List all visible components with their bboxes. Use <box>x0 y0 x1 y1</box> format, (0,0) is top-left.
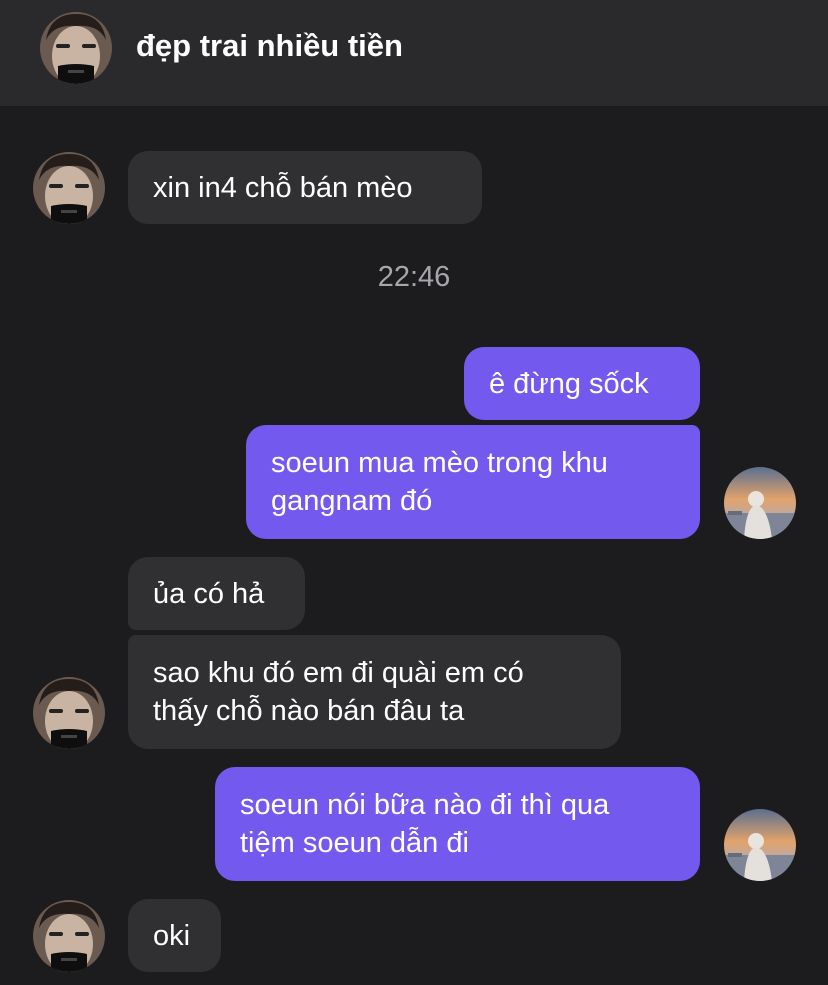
message-bubble-outgoing[interactable]: soeun mua mèo trong khu gangnam đó <box>246 425 700 539</box>
message-text: gangnam đó <box>271 485 433 517</box>
contact-name[interactable]: đẹp trai nhiều tiền <box>136 26 403 66</box>
message-text: sao khu đó em đi quài em có <box>153 657 524 689</box>
contact-avatar-icon[interactable] <box>40 12 112 84</box>
contact-avatar-icon[interactable] <box>33 900 105 972</box>
message-bubble-incoming[interactable]: xin in4 chỗ bán mèo <box>128 151 482 224</box>
message-bubble-incoming[interactable]: oki <box>128 899 221 972</box>
contact-avatar-icon[interactable] <box>33 152 105 224</box>
message-text: tiệm soeun dẫn đi <box>240 827 469 859</box>
chat-header: đẹp trai nhiều tiền <box>0 0 828 106</box>
timestamp: 22:46 <box>377 261 451 293</box>
message-text: xin in4 chỗ bán mèo <box>153 171 413 204</box>
message-text: ủa có hả <box>153 577 265 610</box>
message-text: oki <box>153 919 191 952</box>
self-avatar-icon[interactable] <box>724 809 796 881</box>
message-bubble-incoming[interactable]: sao khu đó em đi quài em có thấy chỗ nào… <box>128 635 621 749</box>
contact-avatar-icon[interactable] <box>33 677 105 749</box>
message-text: ê đừng sốck <box>489 367 649 400</box>
message-text: thấy chỗ nào bán đâu ta <box>153 695 465 727</box>
message-bubble-incoming[interactable]: ủa có hả <box>128 557 305 630</box>
message-text: soeun nói bữa nào đi thì qua <box>240 789 610 821</box>
self-avatar-icon[interactable] <box>724 467 796 539</box>
message-bubble-outgoing[interactable]: ê đừng sốck <box>464 347 700 420</box>
message-text: soeun mua mèo trong khu <box>271 447 608 479</box>
message-bubble-outgoing[interactable]: soeun nói bữa nào đi thì qua tiệm soeun … <box>215 767 700 881</box>
